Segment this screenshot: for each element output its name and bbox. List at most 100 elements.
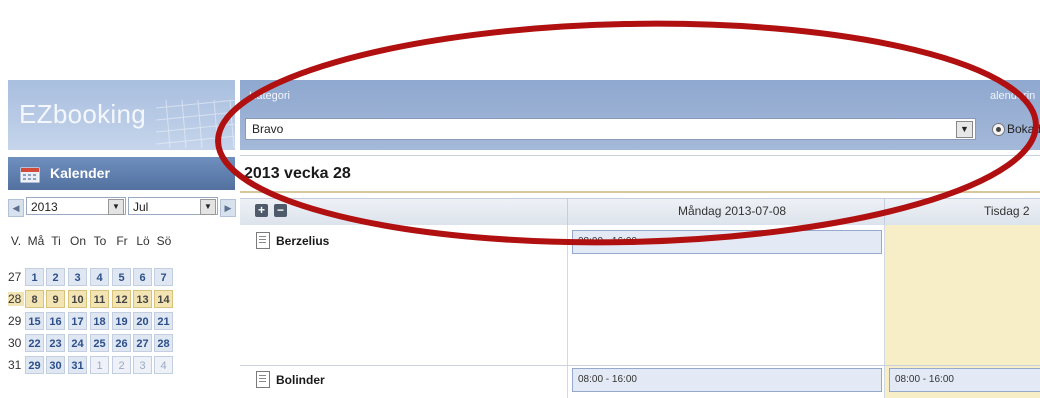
calendar-day[interactable]: 30	[46, 356, 65, 374]
day-header: Ti	[51, 234, 61, 248]
calendar-day[interactable]: 11	[90, 290, 109, 308]
calendar-day[interactable]: 17	[68, 312, 87, 330]
day-header: Må	[27, 234, 45, 248]
calendar-day[interactable]: 10	[68, 290, 87, 308]
column-separator	[884, 199, 885, 225]
day-header: Lö	[136, 234, 150, 248]
tuesday-cell[interactable]	[885, 225, 1040, 365]
calendar-day[interactable]: 3	[68, 268, 87, 286]
day-header: Sö	[156, 234, 172, 248]
calendar-day[interactable]: 1	[25, 268, 44, 286]
calendar-week-row: 27 1 2 3 4 5 6 7	[8, 267, 235, 289]
document-icon[interactable]	[256, 371, 270, 388]
logo-grid-decoration	[156, 100, 235, 148]
calendar-week-row-current: 28 8 9 10 11 12 13 14	[8, 289, 235, 311]
calendar-day-other-month[interactable]: 1	[90, 356, 109, 374]
schedule-header: + − Måndag 2013-07-08 Tisdag 2	[240, 198, 1040, 226]
bokad-radio-label: Bokad	[1007, 122, 1040, 136]
column-title-tuesday: Tisdag 2	[984, 204, 1030, 218]
week-number: 31	[8, 358, 22, 372]
monday-cell[interactable]: 08:00 - 16:00	[568, 366, 885, 398]
week-number: 28	[8, 292, 24, 306]
column-title-monday: Måndag 2013-07-08	[678, 204, 787, 218]
calendar-day[interactable]: 31	[68, 356, 87, 374]
kalender-title: Kalender	[50, 165, 110, 181]
week-number: 27	[8, 270, 22, 284]
tuesday-cell[interactable]: 08:00 - 16:00	[885, 366, 1040, 398]
calendar-day[interactable]: 29	[25, 356, 44, 374]
resource-row-berzelius: Berzelius	[240, 225, 568, 365]
calendar-day[interactable]: 15	[25, 312, 44, 330]
calendar-day[interactable]: 8	[25, 290, 44, 308]
booking-slot[interactable]: 08:00 - 16:00	[889, 368, 1040, 392]
calendar-day[interactable]: 22	[25, 334, 44, 352]
calendar-day[interactable]: 7	[154, 268, 173, 286]
calendar-day[interactable]: 14	[154, 290, 173, 308]
calendar-day[interactable]: 5	[112, 268, 131, 286]
calendar-day[interactable]: 9	[46, 290, 65, 308]
calendar-day[interactable]: 25	[90, 334, 109, 352]
calendar-week-row: 29 15 16 17 18 19 20 21	[8, 311, 235, 333]
week-number: 30	[8, 336, 22, 350]
expand-all-button[interactable]: +	[255, 204, 268, 217]
chevron-down-icon[interactable]: ▼	[108, 199, 124, 215]
prev-month-button[interactable]: ◀	[8, 199, 24, 217]
day-header: On	[69, 234, 86, 248]
calendar-day[interactable]: 12	[112, 290, 131, 308]
resource-name[interactable]: Bolinder	[276, 373, 325, 387]
booking-slot[interactable]: 08:00 - 16:00	[572, 230, 882, 254]
category-bar: Kategori alenderin Bravo ▼ Bokad	[240, 80, 1040, 150]
kalender-header: Kalender	[8, 157, 235, 190]
calendar-type-label: alenderin	[990, 90, 1036, 102]
category-value: Bravo	[252, 122, 284, 136]
week-number-header: V.	[10, 234, 22, 248]
column-separator	[567, 199, 568, 225]
calendar-day[interactable]: 21	[154, 312, 173, 330]
calendar-day-other-month[interactable]: 3	[133, 356, 152, 374]
month-select[interactable]: Jul ▼	[128, 197, 218, 215]
document-icon[interactable]	[256, 232, 270, 249]
calendar-icon	[20, 167, 40, 183]
calendar-day[interactable]: 13	[133, 290, 152, 308]
week-title: 2013 vecka 28	[244, 165, 351, 182]
year-select[interactable]: 2013 ▼	[26, 197, 126, 215]
calendar-day[interactable]: 2	[46, 268, 65, 286]
calendar-day-headers: V. Må Ti On To Fr Lö Sö	[8, 234, 235, 252]
next-month-button[interactable]: ▶	[220, 199, 236, 217]
week-number: 29	[8, 314, 22, 328]
month-value: Jul	[133, 200, 149, 214]
booking-slot[interactable]: 08:00 - 16:00	[572, 368, 882, 392]
chevron-down-icon[interactable]: ▼	[956, 121, 973, 138]
monday-cell[interactable]: 08:00 - 16:00	[568, 225, 885, 365]
calendar-day[interactable]: 6	[133, 268, 152, 286]
day-header: Fr	[116, 234, 128, 248]
category-select[interactable]: Bravo ▼	[245, 118, 976, 140]
year-value: 2013	[31, 200, 58, 214]
logo-text: EZbooking	[19, 99, 146, 129]
calendar-day[interactable]: 27	[133, 334, 152, 352]
calendar-day[interactable]: 19	[112, 312, 131, 330]
calendar-day[interactable]: 16	[46, 312, 65, 330]
schedule-body: Berzelius 08:00 - 16:00 Bolinder 08:00 -…	[240, 225, 1040, 398]
week-title-bar: 2013 vecka 28	[240, 155, 1040, 193]
bokad-radio[interactable]	[992, 123, 1005, 136]
calendar-week-row: 30 22 23 24 25 26 27 28	[8, 333, 235, 355]
calendar-week-row: 31 29 30 31 1 2 3 4	[8, 355, 235, 377]
calendar-day[interactable]: 26	[112, 334, 131, 352]
calendar-day[interactable]: 23	[46, 334, 65, 352]
day-header: To	[93, 234, 107, 248]
calendar-day-other-month[interactable]: 2	[112, 356, 131, 374]
resource-name[interactable]: Berzelius	[276, 234, 329, 248]
chevron-down-icon[interactable]: ▼	[200, 199, 216, 215]
collapse-all-button[interactable]: −	[274, 204, 287, 217]
calendar-day[interactable]: 28	[154, 334, 173, 352]
calendar-navigation: ◀ 2013 ▼ Jul ▼ ▶	[8, 194, 236, 224]
calendar-day[interactable]: 24	[68, 334, 87, 352]
calendar-day[interactable]: 20	[133, 312, 152, 330]
resource-row-bolinder: Bolinder	[240, 366, 568, 398]
app-logo: EZbooking	[8, 80, 235, 150]
calendar-day[interactable]: 4	[90, 268, 109, 286]
calendar-day[interactable]: 18	[90, 312, 109, 330]
calendar-day-other-month[interactable]: 4	[154, 356, 173, 374]
category-label: Kategori	[249, 90, 290, 102]
